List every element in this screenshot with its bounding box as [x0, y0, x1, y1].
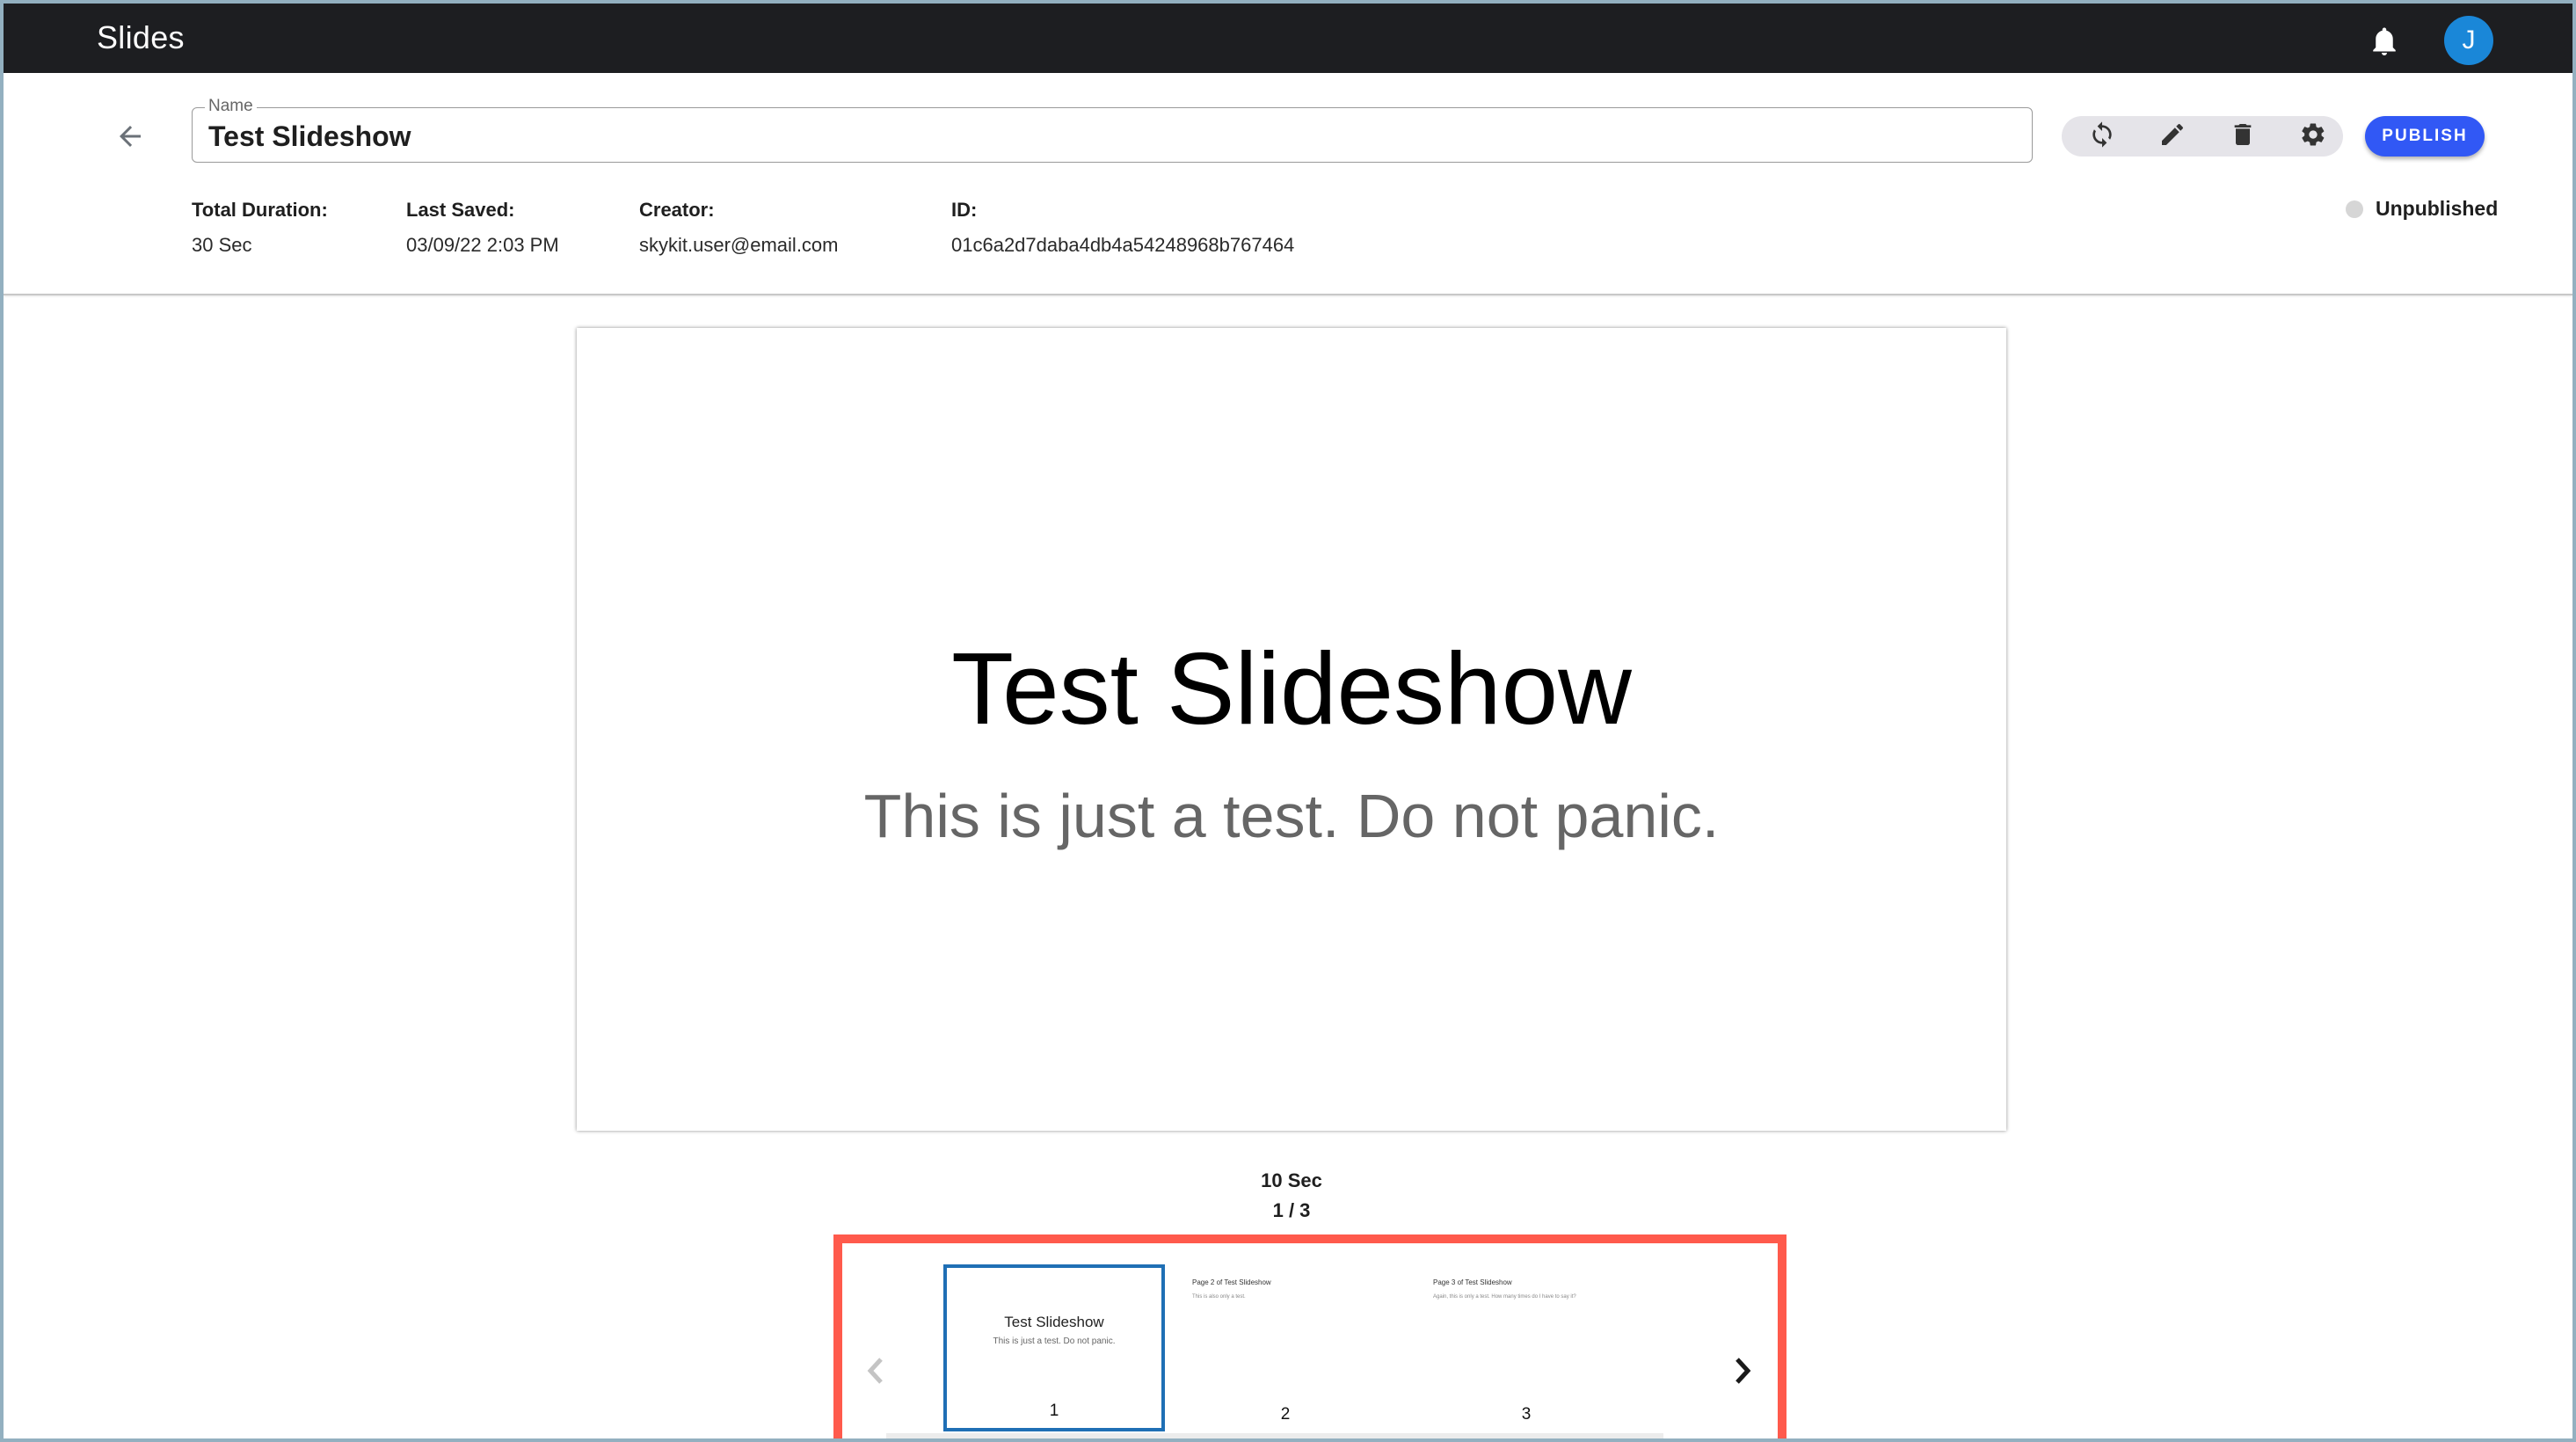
thumbnail-subtitle: This is also only a test. [1192, 1294, 1246, 1300]
avatar[interactable]: J [2444, 16, 2493, 65]
meta-total-duration: Total Duration: 30 Sec [192, 199, 328, 257]
thumbnail-2[interactable]: Page 2 of Test Slideshow This is also on… [1175, 1264, 1396, 1431]
slide-duration: 10 Sec [1261, 1169, 1322, 1191]
app-title: Slides [97, 19, 185, 55]
meta-label: Creator: [639, 199, 715, 221]
thumbnail-title: Page 3 of Test Slideshow [1433, 1278, 1512, 1286]
previous-button[interactable] [858, 1349, 893, 1393]
thumbnail-scrollbar[interactable] [886, 1433, 1663, 1438]
publish-button[interactable]: PUBLISH [2365, 116, 2485, 157]
settings-button[interactable] [2297, 120, 2329, 152]
thumbnail-number: 2 [1280, 1405, 1291, 1424]
meta-label: Total Duration: [192, 199, 328, 221]
sync-button[interactable] [2086, 120, 2118, 152]
thumbnail-strip: Test Slideshow This is just a test. Do n… [842, 1243, 1778, 1438]
status-text: Unpublished [2376, 197, 2499, 220]
slide-counter: 1 / 3 [1272, 1199, 1311, 1221]
meta-label: Last Saved: [406, 199, 515, 221]
thumbnail-subtitle: This is just a test. Do not panic. [993, 1336, 1116, 1346]
action-toolbar [2062, 116, 2343, 157]
gear-icon [2299, 120, 2327, 153]
meta-id: ID: 01c6a2d7daba4db4a54248968b767464 [951, 199, 1294, 257]
meta-value: 03/09/22 2:03 PM [406, 234, 559, 256]
slide-subtitle: This is just a test. Do not panic. [863, 782, 1720, 850]
top-bar: Slides J [4, 4, 2572, 73]
name-field[interactable]: Name [192, 97, 2033, 163]
meta-last-saved: Last Saved: 03/09/22 2:03 PM [406, 199, 559, 257]
edit-button[interactable] [2157, 120, 2188, 152]
delete-button[interactable] [2227, 120, 2259, 152]
next-button[interactable] [1725, 1349, 1760, 1393]
slide-title: Test Slideshow [951, 631, 1632, 746]
app-window: Slides J Name Total Duration: 30 Sec Las… [4, 4, 2572, 1438]
meta-value: 01c6a2d7daba4db4a54248968b767464 [951, 234, 1295, 256]
thumbnail-number: 3 [1521, 1405, 1532, 1424]
meta-creator: Creator: skykit.user@email.com [639, 199, 839, 257]
thumbnail-3[interactable]: Page 3 of Test Slideshow Again, this is … [1415, 1264, 1637, 1431]
sync-icon [2088, 120, 2116, 153]
thumbnail-number: 1 [1049, 1402, 1059, 1420]
pencil-icon [2158, 120, 2187, 153]
name-field-label: Name [205, 97, 257, 116]
chevron-left-icon [858, 1358, 893, 1396]
meta-label: ID: [951, 199, 978, 221]
thumbnail-title: Page 2 of Test Slideshow [1192, 1278, 1271, 1286]
meta-value: 30 Sec [192, 234, 252, 256]
bell-icon[interactable] [2369, 25, 2400, 60]
thumbnail-subtitle: Again, this is only a test. How many tim… [1433, 1294, 1576, 1300]
header-divider [4, 294, 2572, 295]
arrow-left-icon[interactable] [114, 120, 146, 152]
name-input[interactable] [208, 117, 1967, 156]
publish-status: Unpublished [2346, 197, 2498, 221]
meta-value: skykit.user@email.com [639, 234, 839, 256]
thumbnail-1[interactable]: Test Slideshow This is just a test. Do n… [943, 1264, 1165, 1431]
trash-icon [2229, 120, 2257, 153]
status-dot-icon [2346, 200, 2363, 218]
chevron-right-icon [1725, 1358, 1760, 1396]
thumbnail-title: Test Slideshow [1004, 1314, 1104, 1330]
slide-preview: Test Slideshow This is just a test. Do n… [577, 328, 2006, 1131]
